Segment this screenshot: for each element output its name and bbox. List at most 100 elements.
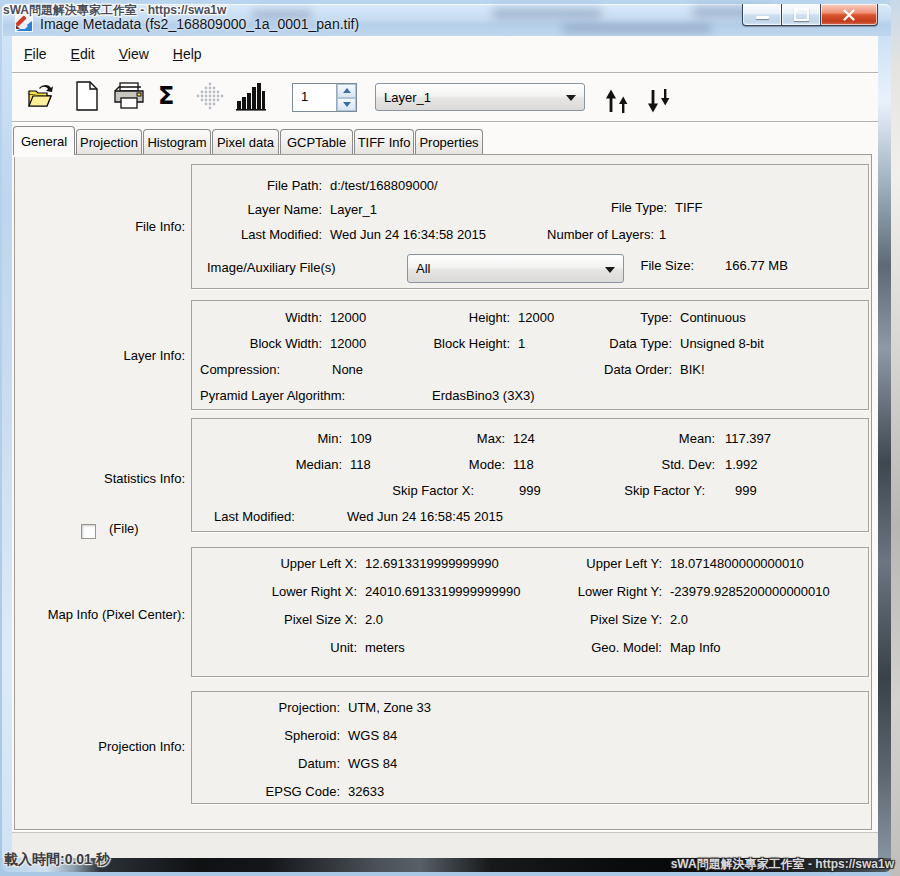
spinner-up-button[interactable] [337, 84, 356, 98]
tab-pixel-data[interactable]: Pixel data [212, 129, 279, 155]
statistics-icon[interactable]: Σ [158, 84, 174, 108]
background-smudge [562, 24, 712, 33]
tab-tiff-info[interactable]: TIFF Info [354, 129, 414, 155]
skip-factor-x-label: Skip Factor X: [374, 483, 474, 499]
desktop-background-right [890, 0, 900, 876]
spheroid-label: Spheroid: [220, 728, 340, 744]
tab-properties[interactable]: Properties [415, 129, 483, 155]
dropdown-arrow-icon [566, 95, 576, 101]
layer-number-value: 1 [293, 84, 336, 111]
file-statistics-checkbox[interactable] [81, 524, 96, 539]
compression-label: Compression: [200, 362, 280, 378]
std-dev-value: 1.992 [725, 457, 758, 473]
image-metadata-window: Image Metadata (fs2_168809000_1a_0001_pa… [2, 4, 891, 872]
geo-model-value: Map Info [670, 640, 721, 656]
compression-value: None [332, 362, 363, 378]
epsg-code-value: 32633 [348, 784, 384, 800]
file-info-group: File Path: d:/test/168809000/ Layer Name… [191, 164, 869, 289]
max-value: 124 [513, 431, 535, 447]
min-value: 109 [350, 431, 372, 447]
skip-factor-y-value: 999 [735, 483, 757, 499]
height-label: Height: [410, 310, 510, 326]
maximize-icon [794, 8, 809, 21]
tab-projection[interactable]: Projection [76, 129, 142, 155]
spinner-down-button[interactable] [337, 98, 356, 112]
datum-label: Datum: [220, 756, 340, 772]
pixel-size-y-value: 2.0 [670, 612, 688, 628]
spinner-buttons [336, 84, 356, 111]
menu-view[interactable]: View [107, 46, 161, 62]
menu-help[interactable]: Help [161, 46, 214, 62]
upper-left-y-value: 18.0714800000000010 [670, 556, 804, 572]
projection-label: Projection: [220, 700, 340, 716]
window-client-area: File Edit View Help [12, 36, 878, 858]
block-height-label: Block Height: [410, 336, 510, 352]
tab-gcp-table[interactable]: GCPTable [280, 129, 353, 155]
median-label: Median: [222, 457, 342, 473]
pyramid-algorithm-value: ErdasBino3 (3X3) [432, 388, 535, 404]
unit-label: Unit: [237, 640, 357, 656]
block-width-value: 12000 [330, 336, 366, 352]
aux-files-dropdown[interactable]: All [407, 254, 624, 283]
status-bar [12, 832, 878, 858]
aux-files-value: All [416, 261, 430, 276]
width-value: 12000 [330, 310, 366, 326]
file-type-value: TIFF [675, 200, 702, 216]
watermark-bottom-right: sWA問題解決專家工作室 - https://swa1w [671, 856, 894, 873]
layer-name-value: Layer_1 [330, 202, 377, 218]
general-tab-page: File Info: Layer Info: Statistics Info: … [14, 154, 872, 830]
lower-right-x-value: 24010.6913319999999990 [365, 584, 520, 600]
upper-left-x-label: Upper Left X: [237, 556, 357, 572]
layer-number-spinner[interactable]: 1 [292, 83, 357, 112]
map-info-group: Upper Left X: 12.6913319999999990 Upper … [191, 547, 869, 677]
histogram-icon[interactable] [235, 80, 267, 112]
watermark-top: sWA問題解決專家工作室 - https://swa1w [3, 2, 226, 19]
number-of-layers-label: Number of Layers: [504, 227, 654, 243]
layer-select-value: Layer_1 [384, 90, 431, 105]
type-label: Type: [572, 310, 672, 326]
minimize-button[interactable] [742, 4, 782, 26]
type-value: Continuous [680, 310, 746, 326]
file-size-value: 166.77 MB [725, 258, 788, 274]
mean-value: 117.397 [725, 431, 771, 447]
menu-edit[interactable]: Edit [59, 46, 107, 62]
data-order-label: Data Order: [572, 362, 672, 378]
data-type-value: Unsigned 8-bit [680, 336, 764, 352]
spheroid-value: WGS 84 [348, 728, 397, 744]
menu-file[interactable]: File [12, 46, 59, 62]
pyramid-layers-icon[interactable] [195, 81, 225, 111]
projection-info-group-label: Projection Info: [15, 739, 185, 754]
goto-bottom-layer-icon[interactable] [645, 88, 675, 114]
skip-factor-x-value: 999 [519, 483, 541, 499]
pixel-size-x-label: Pixel Size X: [237, 612, 357, 628]
mean-label: Mean: [615, 431, 715, 447]
close-button[interactable] [821, 4, 878, 26]
desktop: Image Metadata (fs2_168809000_1a_0001_pa… [0, 0, 900, 876]
file-size-label: File Size: [594, 258, 694, 274]
toolbar: Σ [12, 74, 878, 122]
maximize-button[interactable] [782, 4, 821, 26]
file-statistics-checkbox-label: (File) [109, 521, 139, 536]
tab-histogram[interactable]: Histogram [143, 129, 211, 155]
window-controls [742, 4, 878, 26]
background-smudge [492, 8, 602, 19]
statistics-info-group: Min: 109 Max: 124 Mean: 117.397 Median: … [191, 418, 869, 532]
file-path-label: File Path: [202, 178, 322, 194]
tab-general[interactable]: General [13, 126, 75, 155]
block-width-label: Block Width: [202, 336, 322, 352]
pixel-size-x-value: 2.0 [365, 612, 383, 628]
stats-last-modified-label: Last Modified: [214, 509, 295, 525]
up-arrow-icon [343, 88, 351, 93]
goto-top-layer-icon[interactable] [603, 88, 633, 114]
pixel-size-y-label: Pixel Size Y: [542, 612, 662, 628]
pyramid-algorithm-label: Pyramid Layer Algorithm: [200, 388, 345, 404]
last-modified-value: Wed Jun 24 16:34:58 2015 [330, 227, 486, 243]
upper-left-y-label: Upper Left Y: [542, 556, 662, 572]
unit-value: meters [365, 640, 405, 656]
open-file-icon[interactable] [25, 82, 55, 110]
layer-select-dropdown[interactable]: Layer_1 [375, 83, 585, 111]
lower-right-y-label: Lower Right Y: [542, 584, 662, 600]
print-icon[interactable] [113, 82, 145, 110]
new-file-icon[interactable] [75, 81, 99, 111]
lower-right-y-value: -23979.9285200000000010 [670, 584, 830, 600]
